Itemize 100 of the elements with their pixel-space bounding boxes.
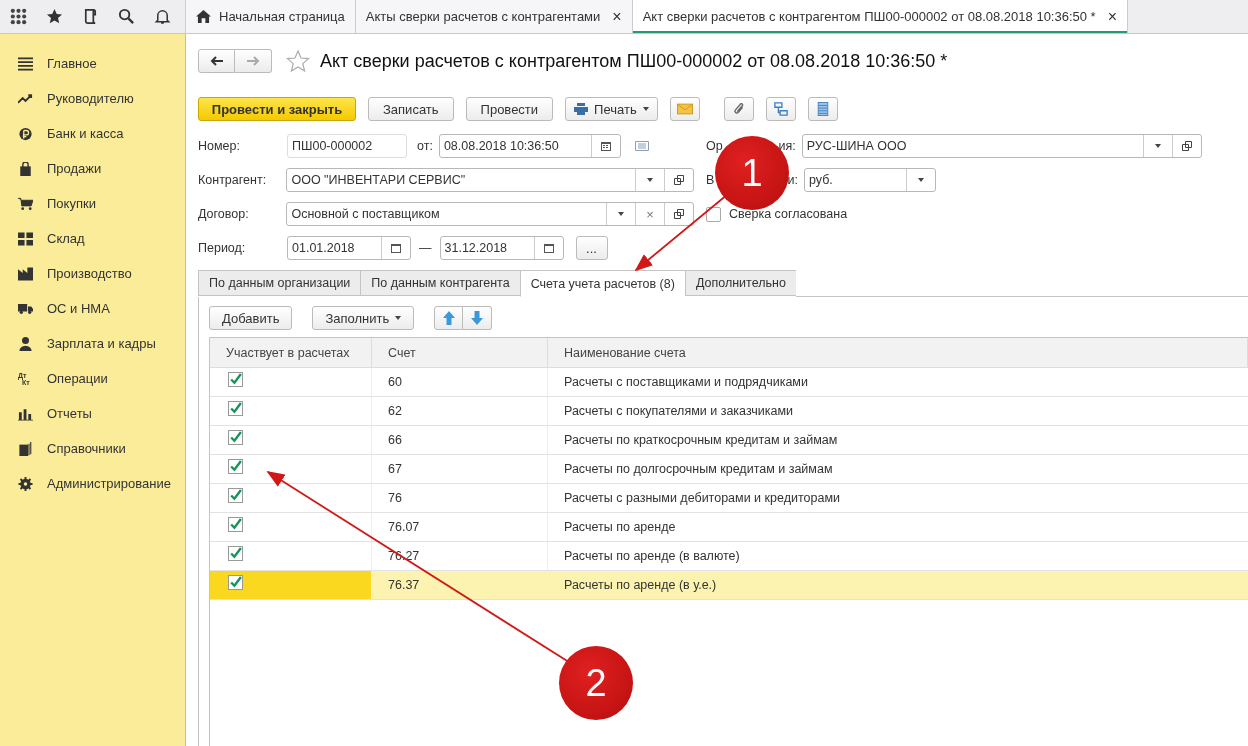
sidebar-item[interactable]: Покупки: [47, 196, 96, 211]
table-row[interactable]: 60 Расчеты с поставщиками и подрядчиками: [210, 368, 1248, 397]
table-cell-text: Расчеты по долгосрочным кредитам и займам: [563, 461, 834, 478]
home-icon: [196, 10, 211, 23]
number-field[interactable]: ПШ00-000002: [287, 134, 407, 158]
calendar-icon[interactable]: [600, 141, 611, 151]
calendar-icon[interactable]: [391, 243, 401, 253]
apps-grid-icon[interactable]: [10, 8, 27, 25]
sidebar-item[interactable]: Отчеты: [47, 406, 92, 421]
tab[interactable]: Счета учета расчетов (8): [519, 270, 685, 297]
table-row[interactable]: 76.37 Расчеты по аренде (в у.е.): [210, 571, 1248, 600]
open-icon[interactable]: [1182, 141, 1192, 151]
move-up-button[interactable]: [434, 306, 464, 330]
cart-icon: [18, 196, 33, 211]
sidebar-item[interactable]: Производство: [47, 266, 132, 281]
arrow-up-icon: [440, 311, 457, 325]
books-icon: [18, 441, 33, 456]
date-field[interactable]: 08.08.2018 10:36:50: [438, 134, 621, 158]
table-row[interactable]: 62 Расчеты с покупателями и заказчиками: [210, 397, 1248, 426]
range-dash: —: [419, 241, 432, 255]
table-row[interactable]: 67 Расчеты по долгосрочным кредитам и займам: [210, 455, 1248, 484]
contract-field[interactable]: Основной с поставщиком ×: [286, 202, 694, 226]
period-select-button[interactable]: ...: [575, 236, 608, 260]
table-cell-text: Расчеты по аренде: [563, 519, 677, 536]
table-row[interactable]: 76.07 Расчеты по аренде: [210, 513, 1248, 542]
table-cell: 66: [372, 426, 548, 454]
checkbox[interactable]: [228, 575, 243, 590]
checkbox[interactable]: [228, 430, 243, 445]
move-down-button[interactable]: [463, 306, 493, 330]
table-row[interactable]: 76 Расчеты с разными дебиторами и кредиторами: [210, 484, 1248, 513]
tab[interactable]: По данным контрагента: [360, 270, 520, 296]
sidebar-item[interactable]: Банк и касса: [47, 126, 124, 141]
field-label: Договор:: [198, 207, 250, 221]
tab-title: Начальная страница: [219, 9, 345, 24]
table-cell: 76.37: [372, 571, 548, 599]
open-icon[interactable]: [674, 209, 684, 219]
calendar-icon[interactable]: [543, 243, 554, 253]
arrow-left-icon: [209, 56, 224, 66]
period-start-field[interactable]: 01.01.2018: [287, 236, 411, 260]
star-icon[interactable]: [286, 49, 310, 73]
currency-field[interactable]: руб.: [804, 168, 936, 192]
print-button[interactable]: Печать: [565, 97, 658, 121]
sidebar-item[interactable]: Администрирование: [47, 476, 171, 491]
add-button[interactable]: Добавить: [209, 306, 293, 330]
open-tab[interactable]: Акт сверки расчетов с контрагентом ПШ00-000002 от 08.08.2018 10:36:50 * ×: [632, 0, 1128, 33]
field-label: Период:: [198, 241, 247, 255]
sidebar-item[interactable]: Операции: [47, 371, 108, 386]
tab[interactable]: Дополнительно: [684, 270, 796, 296]
list-button[interactable]: [807, 97, 838, 121]
field-label: В: [706, 173, 715, 187]
table-cell-text: Расчеты с поставщиками и подрядчиками: [563, 374, 809, 391]
column-header: Наименование счета: [548, 338, 1248, 367]
bag-icon: [18, 161, 33, 176]
close-icon[interactable]: ×: [612, 7, 622, 26]
factory-icon: [18, 266, 33, 281]
open-tab[interactable]: Начальная страница: [186, 0, 356, 33]
sidebar-item[interactable]: ОС и НМА: [47, 301, 110, 316]
table-cell-text: Расчеты с покупателями и заказчиками: [563, 403, 794, 420]
chart-icon: [18, 406, 33, 421]
sidebar-item[interactable]: Руководителю: [47, 91, 134, 106]
checkbox[interactable]: [228, 459, 243, 474]
tab-title: Акты сверки расчетов с контрагентами: [365, 9, 601, 24]
menu-icon: [18, 56, 33, 71]
field-label: и:: [787, 173, 798, 187]
field-label: Контрагент:: [198, 173, 268, 187]
search-icon[interactable]: [118, 8, 135, 25]
open-tab[interactable]: Акты сверки расчетов с контрагентами ×: [355, 0, 633, 33]
bell-icon[interactable]: [154, 8, 171, 25]
truck-icon: [18, 301, 33, 316]
sidebar-item[interactable]: Склад: [47, 231, 85, 246]
post-and-close-button[interactable]: Провести и закрыть: [198, 97, 356, 121]
checkbox[interactable]: [706, 206, 721, 222]
counterparty-field[interactable]: ООО "ИНВЕНТАРИ СЕРВИС": [286, 168, 694, 192]
open-icon[interactable]: [674, 175, 684, 185]
checkbox[interactable]: [228, 372, 243, 387]
star-icon[interactable]: [46, 8, 63, 25]
envelope-icon: [676, 102, 693, 116]
organization-field[interactable]: РУС-ШИНА ООО: [801, 134, 1202, 158]
sidebar-item[interactable]: Справочники: [47, 441, 126, 456]
command-button[interactable]: Записать: [368, 97, 454, 121]
back-button[interactable]: [198, 49, 235, 73]
structure-button[interactable]: [765, 97, 796, 121]
checkbox[interactable]: [228, 488, 243, 503]
table-row[interactable]: 66 Расчеты по краткосрочным кредитам и займам: [210, 426, 1248, 455]
email-button[interactable]: [669, 97, 700, 121]
period-end-field[interactable]: 31.12.2018: [439, 236, 564, 260]
tab[interactable]: По данным организации: [198, 270, 361, 296]
sidebar-item[interactable]: Зарплата и кадры: [47, 336, 156, 351]
checkbox[interactable]: [228, 401, 243, 416]
checkbox[interactable]: [228, 517, 243, 532]
attach-button[interactable]: [723, 97, 754, 121]
table-cell: 62: [372, 397, 548, 425]
column-header: Счет: [372, 338, 548, 367]
checkbox[interactable]: [228, 546, 243, 561]
close-icon[interactable]: ×: [1107, 7, 1117, 26]
sidebar-item[interactable]: Продажи: [47, 161, 102, 176]
sidebar-item[interactable]: Главное: [47, 56, 97, 71]
command-button[interactable]: Провести: [465, 97, 554, 121]
fill-button[interactable]: Заполнить: [312, 306, 415, 330]
trend-icon: [18, 91, 33, 106]
